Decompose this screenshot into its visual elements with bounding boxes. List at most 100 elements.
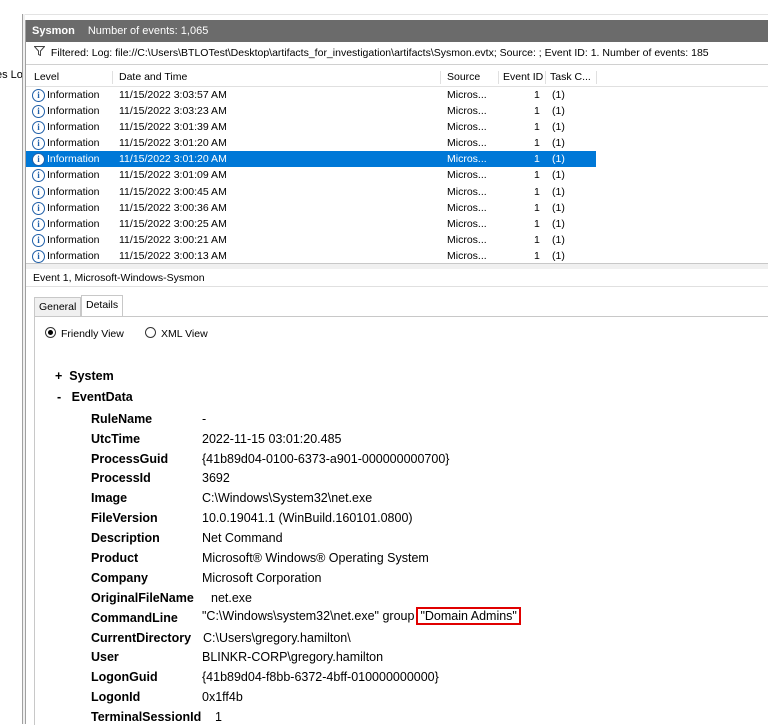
cell-task: (1) — [552, 217, 565, 230]
system-node[interactable]: + System — [55, 369, 114, 383]
collapse-toggle-icon[interactable]: - — [57, 390, 61, 404]
field-name: LogonId — [91, 690, 141, 704]
cell-task: (1) — [552, 153, 565, 166]
cell-event-id: 1 — [534, 233, 540, 246]
cell-event-id: 1 — [534, 89, 540, 101]
column-level[interactable]: Level — [34, 69, 59, 86]
field-name: OriginalFileName — [91, 591, 194, 605]
field-name: ProcessId — [91, 471, 151, 485]
table-row[interactable]: i Information 11/15/2022 3:03:23 AM Micros.… — [26, 103, 768, 119]
cell-level: Information — [47, 153, 100, 166]
info-icon: i — [32, 153, 45, 167]
field-name: Product — [91, 551, 139, 565]
details-panel: Friendly View XML View + System - EventD… — [34, 316, 768, 725]
field-value: {41b89d04-f8bb-6372-4bff-010000000000} — [202, 670, 439, 684]
field-value: "C:\Windows\system32\net.exe" group "Doma… — [202, 607, 521, 625]
table-row[interactable]: i Information 11/15/2022 3:00:21 AM Micros.… — [26, 232, 768, 248]
commandline-text: "C:\Windows\system32\net.exe" group — [202, 609, 415, 623]
info-icon: i — [32, 217, 45, 231]
field-value: 3692 — [202, 471, 230, 485]
eventdata-label: EventData — [71, 390, 133, 404]
cell-task: (1) — [552, 249, 565, 262]
radio-unselected-icon — [145, 327, 156, 338]
table-row[interactable]: i Information 11/15/2022 3:03:57 AM Micros.… — [26, 87, 768, 103]
column-event-id[interactable]: Event ID — [503, 69, 543, 86]
filter-icon — [30, 42, 48, 64]
friendly-view-radio[interactable]: Friendly View — [45, 327, 124, 341]
cell-source: Micros... — [447, 121, 487, 134]
cell-level: Information — [47, 233, 100, 246]
xml-view-label: XML View — [161, 328, 208, 340]
xml-view-radio[interactable]: XML View — [145, 327, 208, 341]
console-tree-pane[interactable]: es Lo — [0, 14, 23, 724]
tab-details[interactable]: Details — [81, 295, 124, 317]
field-value: 0x1ff4b — [202, 690, 243, 704]
table-row[interactable]: i Information 11/15/2022 3:01:20 AM Micros.… — [26, 151, 596, 168]
filter-text: Filtered: Log: file://C:\Users\BTLOTest\… — [50, 47, 709, 59]
cell-source: Micros... — [447, 201, 487, 214]
cell-level: Information — [47, 249, 100, 262]
cell-source: Micros... — [447, 233, 487, 246]
cell-event-id: 1 — [534, 137, 540, 150]
field-name: FileVersion — [91, 511, 158, 525]
column-source[interactable]: Source — [447, 69, 480, 86]
info-icon: i — [32, 185, 45, 199]
table-row[interactable]: i Information 11/15/2022 3:00:13 AM Micros.… — [26, 248, 768, 263]
cell-date-time: 11/15/2022 3:00:45 AM — [119, 185, 227, 198]
cell-event-id: 1 — [534, 105, 540, 118]
info-icon: i — [32, 137, 45, 151]
cell-date-time: 11/15/2022 3:01:39 AM — [119, 121, 227, 134]
event-viewer-main: Sysmon Number of events: 1,065 Filtered:… — [25, 20, 768, 725]
log-title-bar: Sysmon Number of events: 1,065 — [26, 20, 768, 42]
field-value: Microsoft® Windows® Operating System — [202, 551, 429, 565]
console-tree-item[interactable]: es Lo — [0, 69, 22, 81]
event-list[interactable]: i Information 11/15/2022 3:03:57 AM Micros.… — [26, 87, 768, 263]
cell-level: Information — [47, 201, 100, 214]
column-date-time[interactable]: Date and Time — [119, 69, 187, 86]
field-name: CommandLine — [91, 611, 178, 625]
cell-task: (1) — [552, 233, 565, 246]
log-name: Sysmon — [32, 25, 75, 37]
cell-source: Micros... — [447, 217, 487, 230]
friendly-view-label: Friendly View — [61, 328, 124, 340]
filter-bar: Filtered: Log: file://C:\Users\BTLOTest\… — [26, 42, 768, 65]
table-row[interactable]: i Information 11/15/2022 3:01:09 AM Micros.… — [26, 167, 768, 183]
cell-date-time: 11/15/2022 3:00:36 AM — [119, 201, 227, 214]
cell-event-id: 1 — [534, 153, 540, 166]
event-list-header: Level Date and Time Source Event ID Task… — [26, 69, 768, 87]
field-value: net.exe — [211, 591, 253, 605]
field-name: User — [91, 650, 119, 664]
cell-level: Information — [47, 169, 100, 182]
field-name: UtcTime — [91, 432, 141, 446]
column-task-category[interactable]: Task C... — [550, 69, 591, 86]
table-row[interactable]: i Information 11/15/2022 3:00:45 AM Micros.… — [26, 184, 768, 200]
info-icon: i — [32, 233, 45, 247]
cell-source: Micros... — [447, 169, 487, 182]
cell-task: (1) — [552, 185, 565, 198]
field-name: Description — [91, 531, 160, 545]
eventdata-node[interactable]: - EventData — [57, 390, 133, 404]
expand-toggle-icon[interactable]: + — [55, 369, 62, 383]
field-value: Microsoft Corporation — [202, 571, 322, 585]
info-icon: i — [32, 121, 45, 135]
table-row[interactable]: i Information 11/15/2022 3:00:25 AM Micros.… — [26, 216, 768, 232]
cell-source: Micros... — [447, 89, 487, 101]
field-name: Image — [91, 491, 128, 505]
table-row[interactable]: i Information 11/15/2022 3:01:20 AM Micros.… — [26, 135, 768, 151]
tab-general[interactable]: General — [34, 297, 82, 317]
field-name: CurrentDirectory — [91, 631, 192, 645]
table-row[interactable]: i Information 11/15/2022 3:01:39 AM Micros.… — [26, 119, 768, 135]
cell-event-id: 1 — [534, 121, 540, 134]
field-value: 1 — [215, 710, 222, 724]
field-name: RuleName — [91, 412, 153, 426]
info-icon: i — [32, 169, 45, 183]
cell-task: (1) — [552, 89, 565, 101]
field-value: BLINKR-CORP\gregory.hamilton — [202, 650, 384, 664]
field-name: TerminalSessionId — [91, 710, 202, 724]
cell-event-id: 1 — [534, 169, 540, 182]
cell-task: (1) — [552, 169, 565, 182]
event-detail-title: Event 1, Microsoft-Windows-Sysmon — [26, 269, 768, 287]
table-row[interactable]: i Information 11/15/2022 3:00:36 AM Micros.… — [26, 200, 768, 216]
cell-task: (1) — [552, 201, 565, 214]
cell-date-time: 11/15/2022 3:00:13 AM — [119, 249, 227, 262]
